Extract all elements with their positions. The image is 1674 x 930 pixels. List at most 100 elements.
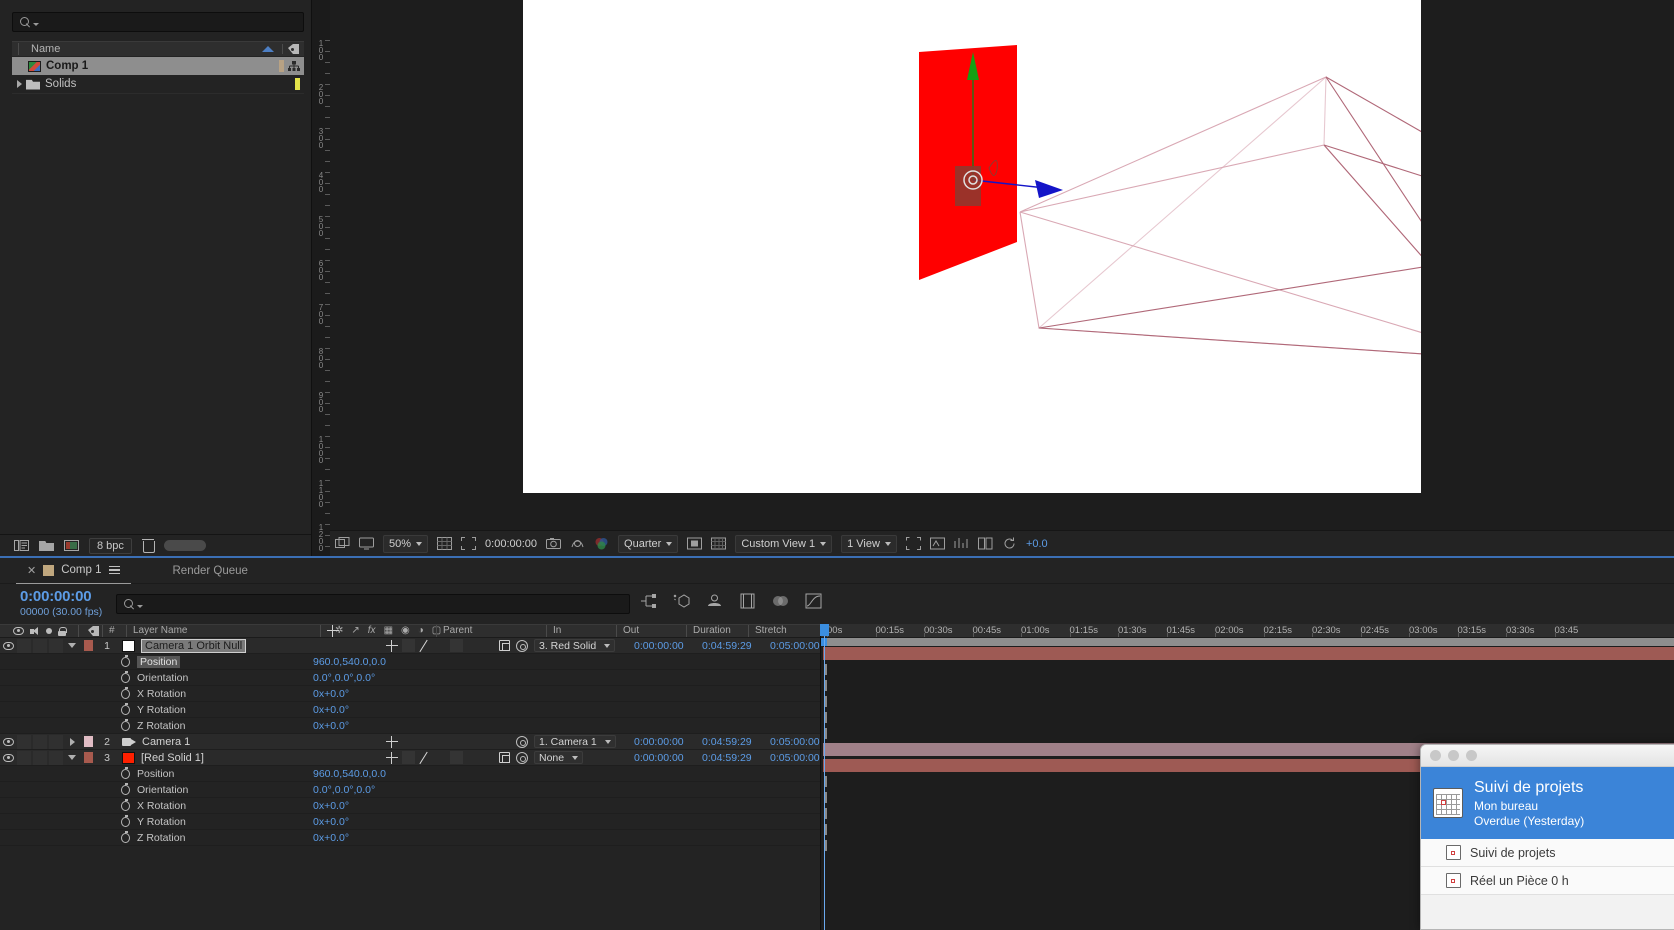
shy-switch[interactable] — [400, 734, 416, 750]
stopwatch-icon[interactable] — [121, 830, 130, 843]
label-color-swatch[interactable] — [80, 638, 96, 654]
tab-comp-1[interactable]: ✕ Comp 1 — [16, 558, 131, 584]
transform-switch[interactable] — [384, 734, 400, 750]
parent-select[interactable]: 1. Camera 1 — [534, 735, 616, 748]
property-value[interactable]: 0x+0.0° — [313, 816, 349, 828]
parent-select[interactable]: 3. Red Solid — [534, 639, 616, 652]
project-search-field[interactable] — [12, 12, 304, 32]
transform-switch[interactable] — [384, 750, 400, 766]
stopwatch-icon[interactable] — [121, 798, 130, 811]
label-column-header[interactable] — [282, 44, 304, 54]
property-value[interactable]: 0x+0.0° — [313, 832, 349, 844]
property-value[interactable]: 0.0°,0.0°,0.0° — [313, 784, 375, 796]
composition-mini-flowchart-icon[interactable] — [640, 593, 657, 609]
label-color-swatch[interactable] — [279, 60, 284, 72]
composition-canvas[interactable] — [523, 0, 1612, 493]
frame-blend-switch[interactable] — [448, 734, 464, 750]
minimize-icon[interactable] — [1448, 750, 1459, 761]
effects-switch[interactable] — [432, 750, 448, 766]
solo-toggle[interactable] — [32, 750, 48, 766]
view-count-select[interactable]: 1 View — [841, 534, 897, 553]
playhead-handle[interactable] — [820, 624, 829, 636]
duration-header[interactable]: Duration — [686, 625, 748, 637]
hide-shy-layers-icon[interactable] — [706, 593, 723, 609]
delete-icon[interactable] — [141, 539, 155, 553]
stopwatch-icon[interactable] — [121, 782, 130, 795]
layer-duration-bar[interactable] — [823, 647, 1674, 660]
layer-name-cell[interactable]: [Red Solid 1] — [118, 751, 384, 764]
expand-triangle[interactable] — [64, 750, 80, 766]
lock-toggle[interactable] — [48, 750, 64, 766]
adjustment-switch[interactable] — [480, 638, 496, 654]
property-value[interactable]: 960.0,540.0,0.0 — [313, 656, 386, 668]
share-view-axes-icon[interactable] — [905, 537, 921, 550]
expand-triangle[interactable] — [64, 638, 80, 654]
disclosure-triangle-icon[interactable] — [17, 80, 22, 88]
three-d-switch[interactable] — [496, 750, 512, 766]
layer-name[interactable]: [Red Solid 1] — [141, 752, 204, 764]
viewer-current-time[interactable]: 0:00:00:00 — [485, 538, 537, 550]
panel-menu-icon[interactable] — [108, 566, 120, 574]
three-d-switch[interactable] — [496, 734, 512, 750]
frame-blend-switch[interactable] — [448, 750, 464, 766]
in-header[interactable]: In — [546, 625, 616, 637]
close-icon[interactable]: ✕ — [27, 564, 36, 577]
property-value[interactable]: 0x+0.0° — [313, 688, 349, 700]
draft-3d-icon[interactable] — [673, 593, 690, 609]
bar-track-prop[interactable] — [821, 726, 1674, 742]
out-header[interactable]: Out — [616, 625, 686, 637]
label-color-swatch[interactable] — [295, 78, 300, 90]
bar-track-layer-1[interactable] — [821, 646, 1674, 662]
timeline-link-icon[interactable] — [977, 537, 993, 550]
quality-switch[interactable] — [416, 750, 432, 766]
timeline-search-field[interactable] — [116, 594, 630, 614]
layer-name-cell[interactable]: Camera 1 Orbit Null — [118, 638, 384, 653]
effects-switch[interactable] — [432, 734, 448, 750]
layer-in-point[interactable]: 0:00:00:00 — [632, 640, 700, 652]
graph-editor-icon[interactable] — [805, 593, 822, 609]
label-column-header[interactable] — [78, 625, 102, 637]
view-layout-select[interactable]: Custom View 1 — [735, 534, 833, 553]
resolution-select[interactable]: Quarter — [618, 534, 679, 553]
playhead[interactable] — [820, 624, 829, 930]
composition-viewer[interactable] — [330, 0, 1674, 530]
motion-blur-switch[interactable] — [464, 750, 480, 766]
solo-toggle[interactable] — [32, 638, 48, 654]
sort-ascending-icon[interactable] — [262, 46, 274, 52]
audio-toggle[interactable] — [16, 638, 32, 654]
pixel-aspect-correction-icon[interactable] — [929, 537, 945, 550]
grid-guides-icon[interactable] — [437, 537, 453, 550]
quality-switch[interactable] — [416, 638, 432, 654]
current-time-display[interactable]: 0:00:00:00 00000 (30.00 fps) — [20, 588, 102, 618]
time-ruler[interactable]: 00s 00:15s 00:30s 00:45s 01:00s 01:15s 01:30s 0… — [821, 624, 1674, 638]
bar-track-prop[interactable] — [821, 662, 1674, 678]
transform-switch[interactable] — [384, 638, 400, 654]
fast-previews-icon[interactable] — [954, 537, 969, 550]
bar-track-prop[interactable] — [821, 710, 1674, 726]
show-snapshot-icon[interactable] — [570, 537, 585, 550]
shy-switch[interactable] — [400, 638, 416, 654]
layer-out-point[interactable]: 0:04:59:29 — [700, 640, 768, 652]
layer-name-cell[interactable]: Camera 1 — [118, 736, 384, 748]
adjustment-switch[interactable] — [480, 734, 496, 750]
project-search-input[interactable] — [43, 16, 303, 28]
property-value[interactable]: 0x+0.0° — [313, 720, 349, 732]
layer-out-point[interactable]: 0:04:59:29 — [700, 736, 768, 748]
stopwatch-icon[interactable] — [121, 670, 130, 683]
panel-resize-handle[interactable] — [163, 540, 206, 551]
window-titlebar[interactable]: 258 — [1421, 745, 1674, 767]
region-of-interest-icon[interactable] — [461, 537, 477, 550]
magnification-select[interactable]: 50% — [383, 534, 429, 553]
tab-render-queue[interactable]: Render Queue — [131, 558, 259, 584]
parent-select[interactable]: None — [534, 751, 584, 764]
reminder-list-item[interactable]: Suivi de projets — [1421, 839, 1674, 867]
three-d-switch[interactable] — [496, 638, 512, 654]
monitor-icon[interactable] — [359, 537, 374, 550]
stopwatch-icon[interactable] — [121, 702, 130, 715]
solo-toggle[interactable] — [32, 734, 48, 750]
expand-triangle[interactable] — [64, 734, 80, 750]
frame-blend-switch[interactable] — [448, 638, 464, 654]
label-color-swatch[interactable] — [80, 734, 96, 750]
color-depth-button[interactable]: 8 bpc — [89, 537, 132, 554]
layer-name-input[interactable]: Camera 1 Orbit Null — [141, 638, 247, 653]
